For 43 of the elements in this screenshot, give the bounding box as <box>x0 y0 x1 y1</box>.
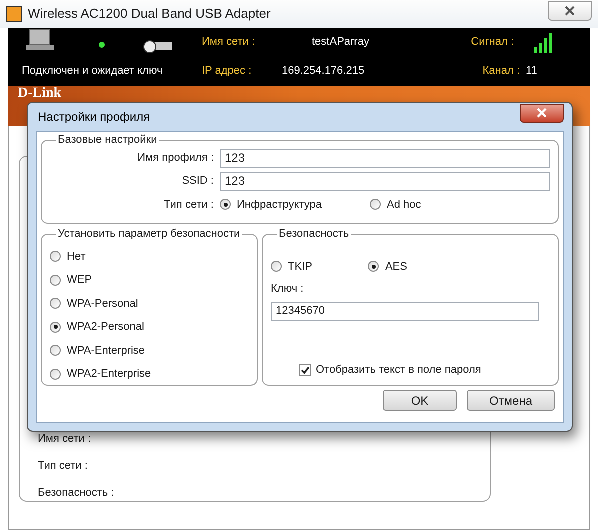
close-button[interactable] <box>548 1 592 21</box>
dialog-title: Настройки профиля <box>38 109 150 126</box>
group-title: Базовые настройки <box>57 133 158 148</box>
field-label: SSID : <box>182 174 215 189</box>
network-name-value: testAParray <box>311 35 370 50</box>
status-text: Подключен и ожидает ключ <box>22 64 164 80</box>
brand-logo: D-Link <box>18 87 62 101</box>
radio-option[interactable]: Нет <box>50 248 249 265</box>
input-field[interactable]: 123 <box>220 148 550 168</box>
radio-option[interactable]: Ad hoc <box>370 196 422 213</box>
close-icon <box>565 6 575 16</box>
info-label: Безопасность : <box>38 486 116 500</box>
info-label: Тип сети : <box>38 459 89 473</box>
field-label: Имя профиля : <box>138 150 215 166</box>
close-button[interactable] <box>520 104 564 122</box>
key-label: Ключ : <box>271 282 305 297</box>
group-title: Безопасность <box>278 227 350 242</box>
channel-label: Канал : <box>482 64 520 80</box>
channel-value: 11 <box>526 64 538 80</box>
app-icon <box>6 6 22 22</box>
signal-label: Сигнал : <box>471 35 514 50</box>
radio-option[interactable]: AES <box>368 258 408 275</box>
signal-icon <box>534 32 552 52</box>
radio-option[interactable]: WEP <box>50 272 249 288</box>
key-field[interactable]: 12345670 <box>271 302 539 320</box>
window-title: Wireless AC1200 Dual Band USB Adapter <box>28 5 271 24</box>
show-password-checkbox[interactable]: Отобразить текст в поле пароля <box>299 362 550 378</box>
input-field[interactable]: 123 <box>220 172 550 190</box>
radio-option[interactable]: Инфраструктура <box>220 196 322 213</box>
ip-value: 169.254.176.215 <box>282 64 366 80</box>
radio-option[interactable]: WPA2-Personal <box>50 319 249 336</box>
field-label: Тип сети : <box>164 198 215 212</box>
radio-option[interactable]: WPA2-Enterprise <box>50 366 249 382</box>
dialog-button[interactable]: Отмена <box>467 390 555 411</box>
dialog-button[interactable]: OK <box>383 390 457 411</box>
group-title: Установить параметр безопасности <box>57 227 242 242</box>
radio-option[interactable]: TKIP <box>271 258 312 275</box>
ip-label: IP адрес : <box>202 64 253 80</box>
network-name-label: Имя сети : <box>202 35 256 50</box>
close-icon <box>537 108 547 118</box>
info-label: Имя сети : <box>38 432 92 446</box>
radio-option[interactable]: WPA-Enterprise <box>50 342 249 359</box>
radio-option[interactable]: WPA-Personal <box>50 296 249 312</box>
